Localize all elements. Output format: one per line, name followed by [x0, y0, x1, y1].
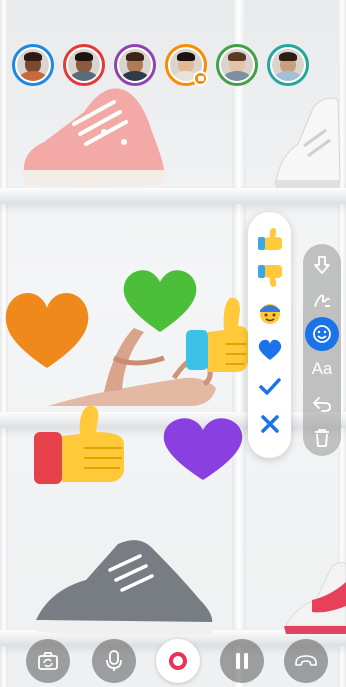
flip-camera-icon[interactable]	[26, 639, 70, 683]
avatar-5[interactable]	[216, 44, 258, 86]
avatar-1[interactable]	[12, 44, 54, 86]
shelf-top	[0, 188, 346, 204]
avatar-3[interactable]	[114, 44, 156, 86]
grey-sneaker	[34, 540, 214, 636]
annotation-toolbar: Aa	[303, 244, 341, 456]
pink-red-sneaker	[284, 561, 346, 634]
avatar-hair	[228, 52, 246, 61]
participant-strip	[12, 44, 309, 86]
camera-icon	[193, 71, 208, 86]
avatar-hair	[75, 52, 93, 61]
orange-heart-reaction	[5, 292, 89, 368]
avatar-hair	[24, 52, 42, 61]
checkmark-icon[interactable]	[254, 370, 286, 404]
avatar-face	[221, 49, 253, 81]
cross-icon[interactable]	[254, 407, 286, 441]
face-emoji-icon[interactable]	[254, 296, 286, 330]
undo-icon[interactable]	[305, 387, 339, 421]
avatar-6[interactable]	[267, 44, 309, 86]
call-controls	[0, 635, 346, 687]
avatar-face	[17, 49, 49, 81]
text-tool-label: Aa	[311, 358, 333, 378]
trash-icon[interactable]	[305, 421, 339, 455]
avatar-hair	[279, 52, 297, 61]
thumbs-up-icon[interactable]	[254, 222, 286, 256]
reaction-palette	[248, 212, 291, 458]
pink-sneaker	[22, 88, 166, 187]
avatar-hair	[177, 52, 195, 61]
text-icon[interactable]: Aa	[305, 352, 339, 386]
avatar-face	[272, 49, 304, 81]
thumbs-up-reaction-large	[34, 405, 124, 484]
white-sneaker	[274, 97, 341, 188]
video-call-scene: Aa	[0, 0, 346, 687]
heart-icon[interactable]	[254, 333, 286, 367]
thumbs-down-icon[interactable]	[254, 259, 286, 293]
purple-heart-reaction	[163, 418, 243, 480]
record-button[interactable]	[156, 639, 200, 683]
avatar-4[interactable]	[165, 44, 208, 86]
avatar-face	[68, 49, 100, 81]
microphone-icon[interactable]	[92, 639, 136, 683]
avatar-hair	[126, 52, 144, 61]
pause-icon[interactable]	[220, 639, 264, 683]
avatar-face	[119, 49, 151, 81]
thumbs-up-reaction	[186, 297, 248, 372]
purple-heart-shape	[163, 418, 243, 480]
pen-icon[interactable]	[305, 283, 339, 317]
arrow-down-icon[interactable]	[305, 248, 339, 282]
emoji-icon[interactable]	[305, 317, 339, 352]
orange-heart-shape	[5, 292, 89, 368]
avatar-2[interactable]	[63, 44, 105, 86]
record-icon	[169, 652, 187, 670]
end-call-icon[interactable]	[284, 639, 328, 683]
